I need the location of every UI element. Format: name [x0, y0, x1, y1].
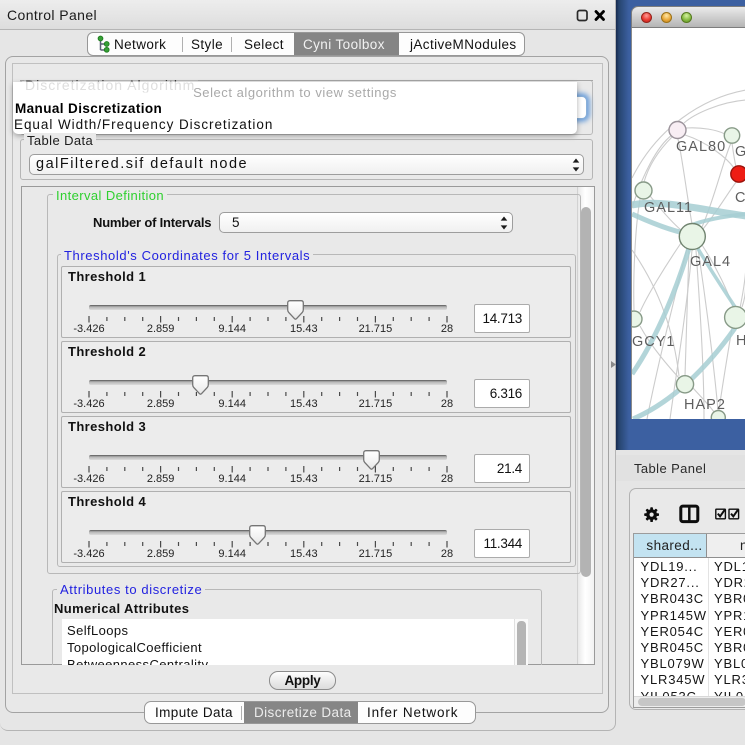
svg-text:H: H	[736, 333, 745, 349]
svg-text:CR: CR	[735, 190, 745, 206]
svg-text:GAL80: GAL80	[676, 139, 726, 155]
svg-text:GAL11: GAL11	[644, 200, 693, 216]
svg-text:HAP2: HAP2	[684, 397, 726, 413]
svg-text:GA: GA	[735, 144, 745, 160]
svg-text:GAL4: GAL4	[690, 254, 731, 270]
svg-text:GCY1: GCY1	[632, 334, 676, 350]
